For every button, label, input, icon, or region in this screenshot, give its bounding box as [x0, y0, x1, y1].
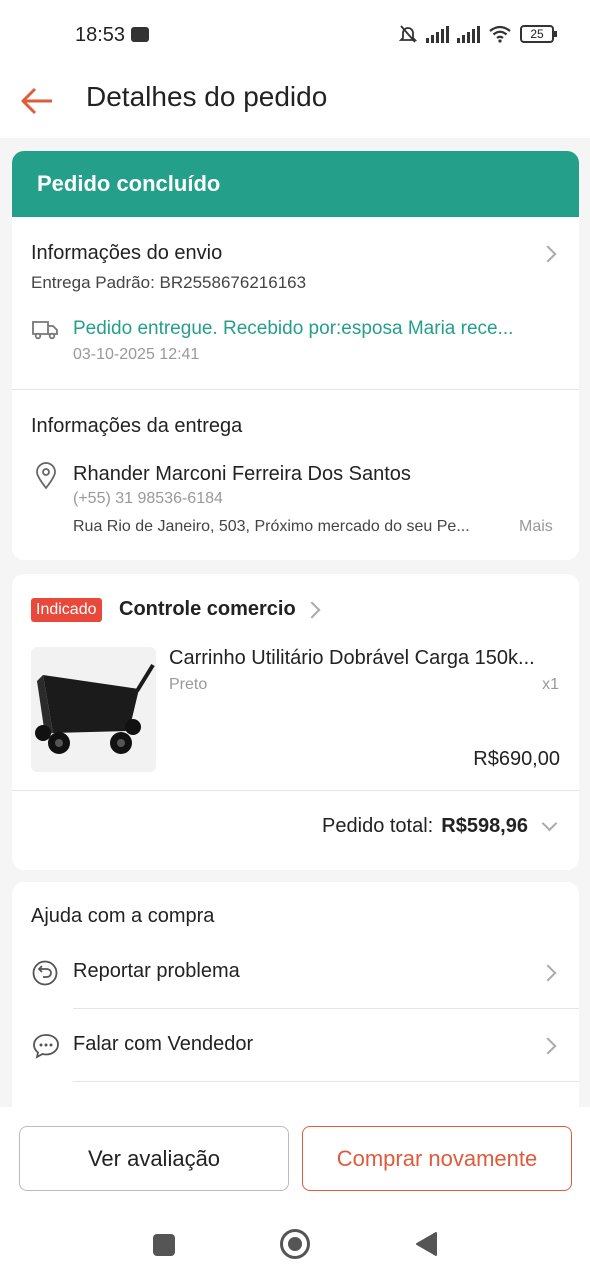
divider: [12, 389, 579, 390]
system-nav-bar: [0, 1212, 590, 1280]
chevron-down-icon: [541, 815, 558, 832]
order-total-label: Pedido total:: [322, 815, 434, 837]
truck-icon: [32, 321, 58, 340]
status-bar: 18:53 25: [0, 0, 590, 64]
help-item-chat[interactable]: Falar com Vendedor: [12, 1009, 579, 1082]
more-link[interactable]: Mais: [519, 518, 553, 536]
status-time: 18:53: [75, 24, 126, 46]
recommended-badge: Indicado: [31, 598, 102, 622]
report-icon: [32, 960, 58, 986]
product-variant: Preto: [169, 676, 208, 693]
order-total-row[interactable]: Pedido total: R$598,96: [322, 815, 559, 838]
view-review-button[interactable]: Ver avaliação: [19, 1126, 289, 1191]
store-name[interactable]: Controle comercio: [119, 598, 296, 621]
tracking-number: Entrega Padrão: BR2558676216163: [31, 273, 307, 292]
chevron-right-icon: [303, 601, 321, 619]
tracking-update-time: 03-10-2025 12:41: [73, 346, 200, 363]
order-status-label: Pedido concluído: [37, 171, 221, 196]
location-pin-icon: [36, 462, 56, 490]
bell-muted-icon: [398, 25, 418, 43]
wifi-icon: [489, 25, 511, 43]
product-image[interactable]: [31, 647, 156, 772]
app-header: Detalhes do pedido: [0, 64, 590, 138]
help-title: Ajuda com a compra: [31, 905, 215, 927]
order-status-banner: Pedido concluído: [12, 151, 579, 217]
order-total-value: R$598,96: [441, 815, 528, 837]
product-quantity: x1: [542, 676, 559, 693]
help-item-label: Falar com Vendedor: [73, 1033, 254, 1055]
shipping-info-title: Informações do envio: [31, 242, 223, 264]
battery-icon: 25: [520, 25, 557, 43]
tracking-update-text: Pedido entregue. Recebido por:esposa Mar…: [73, 318, 514, 339]
help-card: Ajuda com a compra Reportar problema Fal…: [12, 882, 579, 1112]
divider: [73, 1081, 579, 1082]
delivery-address: Rua Rio de Janeiro, 503, Próximo mercado…: [73, 518, 470, 535]
back-arrow-icon[interactable]: [18, 81, 58, 121]
home-dot: [288, 1237, 302, 1251]
app-notification-icon: [131, 27, 149, 42]
status-icons: 25: [398, 24, 557, 44]
buy-again-button[interactable]: Comprar novamente: [302, 1126, 572, 1191]
product-name[interactable]: Carrinho Utilitário Dobrável Carga 150k.…: [169, 647, 535, 670]
recipient-phone: (+55) 31 98536-6184: [73, 490, 223, 507]
help-item-report[interactable]: Reportar problema: [12, 936, 579, 1009]
chevron-right-icon: [539, 964, 557, 982]
recent-apps-button[interactable]: [153, 1234, 175, 1256]
page-title: Detalhes do pedido: [86, 81, 328, 112]
home-button[interactable]: [280, 1229, 310, 1259]
divider: [12, 790, 579, 791]
utility-cart-image: [35, 663, 155, 754]
product-card: Indicado Controle comercio Carrinho Util…: [12, 574, 579, 870]
chevron-right-icon: [539, 1037, 557, 1055]
product-price: R$690,00: [473, 748, 560, 770]
signal-icon-2: [457, 25, 480, 43]
chat-icon: [33, 1034, 59, 1059]
back-button[interactable]: [414, 1231, 438, 1257]
delivery-info-title: Informações da entrega: [31, 415, 243, 437]
chevron-right-icon: [539, 245, 557, 263]
signal-icon: [426, 25, 449, 43]
order-info-card: Informações do envio Entrega Padrão: BR2…: [12, 217, 579, 560]
help-item-label: Reportar problema: [73, 960, 240, 982]
recipient-name: Rhander Marconi Ferreira Dos Santos: [73, 463, 411, 485]
shipping-info-row[interactable]: Informações do envio Entrega Padrão: BR2…: [12, 217, 579, 389]
